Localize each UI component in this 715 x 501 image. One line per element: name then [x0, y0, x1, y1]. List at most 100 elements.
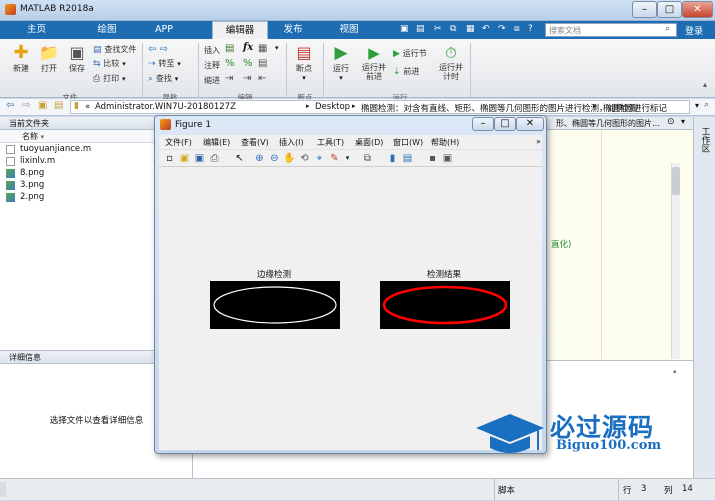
save-all-icon[interactable]: ▤ [416, 24, 425, 34]
smart-indent-icon[interactable]: ⇥ [225, 73, 233, 84]
insert-function-icon[interactable]: ▦ [258, 43, 267, 54]
figure-menu-item[interactable]: 文件(F) [165, 137, 192, 148]
search-icon[interactable]: ⌕ [665, 24, 670, 34]
figure-menu-item[interactable]: 插入(I) [279, 137, 304, 148]
comment-percent-icon[interactable]: % [225, 58, 235, 69]
goto-button[interactable]: ⇢ 转至 ▾ [148, 58, 181, 69]
chevron-down-icon[interactable]: ▾ [681, 117, 685, 126]
figure-menu-item[interactable]: 工具(T) [317, 137, 344, 148]
figure-menu-item[interactable]: 查看(V) [241, 137, 269, 148]
close-tab-icon[interactable]: ⊙ [667, 117, 675, 127]
switch-windows-icon[interactable]: ⧈ [514, 24, 520, 34]
editor-tab[interactable]: 形、椭圆等几何图形的图片… [556, 118, 660, 129]
maximize-button[interactable]: □ [657, 1, 682, 18]
path-segment[interactable]: Administrator.WIN7U-20180127Z [95, 102, 236, 112]
paste-icon[interactable]: ▦ [466, 24, 475, 34]
login-link[interactable]: 登录 [685, 24, 703, 37]
menu-overflow-icon[interactable]: » [536, 137, 541, 146]
breakpoints-button[interactable]: ▤ 断点 ▾ [291, 43, 317, 82]
chevron-down-icon[interactable]: ▾ [695, 101, 699, 110]
find-button[interactable]: ⌕ 查找 ▾ [148, 73, 178, 84]
rotate-3d-icon[interactable]: ⟲ [298, 152, 311, 165]
cut-icon[interactable]: ✂ [434, 24, 442, 34]
edge-detection-axes[interactable] [210, 281, 340, 329]
figure-menu-item[interactable]: 帮助(H) [431, 137, 459, 148]
figure-menu-item[interactable]: 编辑(E) [203, 137, 230, 148]
print-button[interactable]: ⎙ 打印 ▾ [93, 73, 125, 84]
open-file-icon[interactable]: ▣ [178, 152, 191, 165]
chevron-down-icon[interactable]: ▾ [341, 152, 354, 165]
search-box[interactable]: 搜索文档 ⌕ [545, 23, 677, 37]
minimize-button[interactable]: – [632, 1, 657, 18]
tab-home[interactable]: 主页 [0, 21, 73, 39]
editor-scrollbar[interactable] [671, 163, 680, 359]
increase-indent-icon[interactable]: ⇥ [243, 73, 251, 84]
back-icon[interactable]: ⇦ [6, 100, 14, 111]
run-button[interactable]: ▶ 运行 ▾ [328, 43, 354, 82]
figure-menu-item[interactable]: 窗口(W) [393, 137, 423, 148]
hide-plot-tools-icon[interactable]: ▪ [426, 152, 439, 165]
zoom-out-icon[interactable]: ⊖ [268, 152, 281, 165]
figure-close-button[interactable]: ✕ [516, 117, 544, 131]
decrease-indent-icon[interactable]: ⇤ [258, 73, 266, 84]
scroll-thumb[interactable] [672, 167, 680, 195]
axes-background [210, 281, 340, 329]
wrap-comments-icon[interactable]: ▤ [258, 58, 267, 69]
legend-icon[interactable]: ▤ [401, 152, 414, 165]
tab-publish[interactable]: 发布 [268, 21, 318, 39]
new-figure-icon[interactable]: ▫ [163, 152, 176, 165]
save-button[interactable]: ▣ 保存 [64, 43, 90, 74]
search-folder-icon[interactable]: ⌕ [704, 100, 709, 110]
brush-icon[interactable]: ✎ [328, 152, 341, 165]
advance-button[interactable]: ⇣ 前进 [393, 66, 419, 77]
detection-result-axes[interactable] [380, 281, 510, 329]
up-folder-icon[interactable]: ▣ [38, 100, 47, 111]
path-field[interactable]: ▮ « Administrator.WIN7U-20180127Z ▸ Desk… [70, 100, 690, 114]
back-forward-icon[interactable]: ⇦ ⇨ [148, 44, 168, 55]
tab-plots[interactable]: 绘图 [73, 21, 141, 39]
undo-icon[interactable]: ↶ [482, 24, 490, 34]
tab-apps[interactable]: APP [141, 21, 187, 39]
figure-minimize-button[interactable]: – [472, 117, 494, 131]
colorbar-icon[interactable]: ▮ [386, 152, 399, 165]
run-and-advance-button[interactable]: ▶ 运行并 前进 [359, 43, 389, 81]
path-segment[interactable]: 椭圆检测 [603, 102, 637, 114]
path-segment[interactable]: Desktop [315, 102, 350, 112]
show-plot-tools-icon[interactable]: ▣ [441, 152, 454, 165]
new-button[interactable]: ✚ 新建 [8, 43, 34, 74]
tab-editor[interactable]: 编辑器 [212, 21, 268, 39]
forward-icon[interactable]: ⇨ [22, 100, 30, 111]
tab-view[interactable]: 视图 [330, 21, 368, 39]
link-plot-icon[interactable]: ⧉ [361, 152, 374, 165]
indent-button[interactable]: 缩进 [204, 75, 220, 86]
scroll-up-icon[interactable]: ▴ [673, 367, 677, 375]
comment-button[interactable]: 注释 [204, 60, 220, 71]
find-files-button[interactable]: ▤ 查找文件 [93, 44, 136, 55]
print-figure-icon[interactable]: ⎙ [208, 152, 221, 165]
uncomment-icon[interactable]: % [243, 58, 253, 69]
open-button[interactable]: 📁 打开 [36, 43, 62, 74]
pointer-icon[interactable]: ↖ [233, 152, 246, 165]
figure-maximize-button[interactable]: □ [494, 117, 516, 131]
insert-section-icon[interactable]: ▤ [225, 43, 234, 54]
compare-button[interactable]: ⇆ 比较 ▾ [93, 58, 126, 69]
close-button[interactable]: ✕ [682, 1, 713, 18]
workspace-side-tab[interactable]: 工作区 [693, 117, 715, 478]
redo-icon[interactable]: ↷ [498, 24, 506, 34]
chevron-down-icon[interactable]: ▾ [275, 44, 279, 52]
insert-button[interactable]: 插入 [204, 45, 220, 56]
data-cursor-icon[interactable]: ⌖ [313, 152, 326, 165]
save-figure-icon[interactable]: ▣ [193, 152, 206, 165]
figure-menu-item[interactable]: 桌面(D) [355, 137, 383, 148]
run-and-time-button[interactable]: ⏱ 运行并 计时 [436, 43, 466, 81]
collapse-ribbon-icon[interactable]: ▴ [703, 80, 707, 89]
run-section-button[interactable]: ▶ 运行节 [393, 48, 427, 59]
help-icon[interactable]: ? [528, 24, 533, 34]
figure-window[interactable]: Figure 1 – □ ✕ 文件(F) 编辑(E) 查看(V) 插入(I) 工具(T)… [154, 115, 547, 454]
pan-icon[interactable]: ✋ [283, 152, 296, 165]
zoom-in-icon[interactable]: ⊕ [253, 152, 266, 165]
save-icon[interactable]: ▣ [400, 24, 409, 34]
copy-icon[interactable]: ⧉ [450, 24, 456, 34]
browse-folder-icon[interactable]: ▤ [54, 100, 63, 111]
fx-button[interactable]: fx [243, 42, 253, 53]
